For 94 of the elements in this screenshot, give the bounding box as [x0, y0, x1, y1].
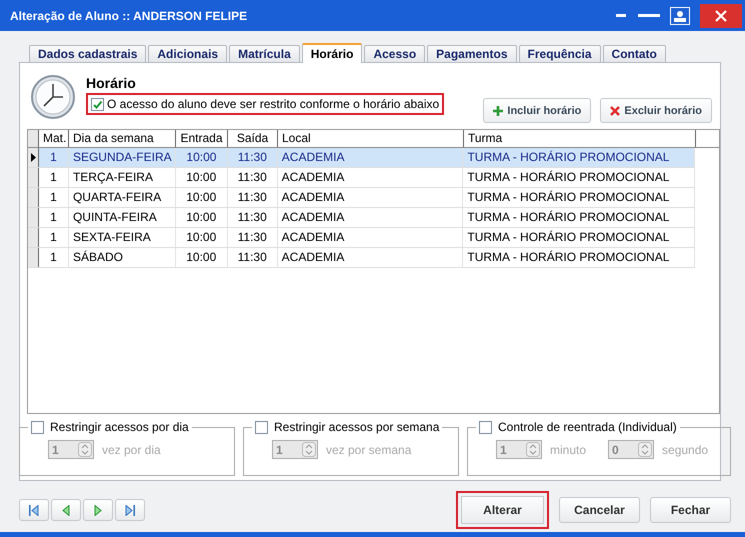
spin-arrows-icon [638, 442, 652, 457]
restrict-checkbox[interactable]: O acesso do aluno deve ser restrito conforme o horário abaixo [86, 93, 444, 115]
tab[interactable]: Horário [302, 43, 362, 63]
tab[interactable]: Frequência [518, 45, 601, 62]
table-cell: TERÇA-FEIRA [68, 168, 176, 187]
table-cell: 1 [39, 148, 69, 167]
table-cell: 1 [39, 228, 69, 247]
dialog-button[interactable]: Fechar [650, 497, 731, 523]
column-header[interactable]: Saída [228, 130, 278, 147]
table-cell: TURMA - HORÁRIO PROMOCIONAL [463, 208, 695, 227]
table-cell: 1 [39, 208, 69, 227]
limit-checkbox[interactable]: Controle de reentrada (Individual) [476, 420, 680, 434]
row-header[interactable] [28, 148, 39, 167]
table-cell: 1 [39, 248, 69, 267]
unit-label: segundo [662, 442, 708, 456]
navigation-button[interactable] [83, 499, 113, 521]
table-row[interactable]: 1 TERÇA-FEIRA 10:00 11:30 ACADEMIA TURMA - HORÁRIO PROMOCIONAL [28, 168, 695, 188]
navigation-button[interactable] [51, 499, 81, 521]
table-cell: SEXTA-FEIRA [68, 228, 176, 247]
check-icon [92, 98, 103, 110]
table-cell: 1 [39, 188, 69, 207]
navigation-button[interactable] [115, 499, 145, 521]
table-cell: ACADEMIA [278, 248, 464, 267]
close-button[interactable] [700, 4, 742, 28]
tab[interactable]: Dados cadastrais [29, 45, 146, 62]
limit-checkbox[interactable]: Restringir acessos por dia [28, 420, 192, 434]
navigation-button[interactable] [19, 499, 49, 521]
spin-arrows-icon [78, 442, 92, 457]
table-cell: QUARTA-FEIRA [68, 188, 176, 207]
tab[interactable]: Pagamentos [427, 45, 517, 62]
add-button[interactable]: Incluir horário [483, 98, 592, 123]
table-cell: 10:00 [176, 168, 228, 187]
table-cell: 10:00 [176, 228, 228, 247]
tab[interactable]: Contato [602, 45, 666, 62]
spin-arrows-icon [526, 442, 540, 457]
tab[interactable]: Adicionais [148, 45, 228, 62]
limit-checkbox[interactable]: Restringir acessos por semana [252, 420, 442, 434]
next-icon [94, 504, 102, 516]
table-cell: SEGUNDA-FEIRA [68, 148, 176, 167]
table-cell: 11:30 [228, 208, 278, 227]
table-cell: TURMA - HORÁRIO PROMOCIONAL [463, 148, 696, 167]
tab[interactable]: Acesso [364, 45, 426, 62]
current-row-icon [30, 153, 36, 162]
table-cell: 11:30 [228, 148, 278, 167]
table-cell: 11:30 [228, 228, 278, 247]
unit-label: minuto [550, 442, 586, 456]
tab[interactable]: Matrícula [229, 45, 300, 62]
table-cell: SÁBADO [68, 248, 176, 267]
delete-button[interactable]: Excluir horário [600, 98, 712, 123]
section-title: Horário [86, 75, 137, 91]
dialog-button[interactable]: Cancelar [559, 497, 640, 523]
table-row[interactable]: 1 SEXTA-FEIRA 10:00 11:30 ACADEMIA TURMA - HORÁRIO PROMOCIONAL [28, 228, 695, 248]
table-cell: ACADEMIA [278, 208, 464, 227]
table-cell: 11:30 [228, 188, 278, 207]
column-header[interactable]: Mat. [39, 130, 69, 147]
table-row[interactable]: 1 QUINTA-FEIRA 10:00 11:30 ACADEMIA TURMA - HORÁRIO PROMOCIONAL [28, 208, 695, 228]
table-cell: TURMA - HORÁRIO PROMOCIONAL [463, 248, 695, 267]
table-cell: ACADEMIA [278, 168, 464, 187]
table-cell: 10:00 [176, 148, 228, 167]
last-icon [125, 504, 135, 516]
column-header[interactable]: Entrada [176, 130, 228, 147]
unit-label: vez por semana [326, 442, 412, 456]
contact-card-icon[interactable] [670, 6, 690, 24]
plus-icon [493, 106, 504, 116]
table-cell: 10:00 [176, 208, 228, 227]
table-cell: 10:00 [176, 248, 228, 267]
table-cell: QUINTA-FEIRA [68, 208, 176, 227]
table-cell: ACADEMIA [278, 228, 464, 247]
close-icon [715, 10, 727, 22]
table-row[interactable]: 1 SEGUNDA-FEIRA 10:00 11:30 ACADEMIA TURMA - HORÁRIO PROMOCIONAL [28, 148, 695, 168]
column-header[interactable]: Local [278, 130, 464, 147]
spin-arrows-icon [302, 442, 316, 457]
unit-label: vez por dia [102, 442, 161, 456]
table-cell: 11:30 [228, 248, 278, 267]
first-icon [29, 504, 39, 516]
column-header[interactable]: Turma [464, 130, 696, 147]
table-cell: TURMA - HORÁRIO PROMOCIONAL [463, 188, 695, 207]
table-cell: 11:30 [228, 168, 278, 187]
dialog-button[interactable]: Alterar [456, 491, 549, 529]
row-header [28, 130, 39, 147]
table-cell: TURMA - HORÁRIO PROMOCIONAL [463, 168, 695, 187]
table-cell: ACADEMIA [278, 188, 464, 207]
table-row[interactable]: 1 QUARTA-FEIRA 10:00 11:30 ACADEMIA TURMA - HORÁRIO PROMOCIONAL [28, 188, 695, 208]
cross-icon [610, 106, 620, 116]
column-header[interactable]: Dia da semana [69, 130, 176, 147]
minimize-icon[interactable] [616, 14, 628, 18]
table-cell: 1 [39, 168, 69, 187]
table-cell: TURMA - HORÁRIO PROMOCIONAL [463, 228, 695, 247]
table-row[interactable]: 1 SÁBADO 10:00 11:30 ACADEMIA TURMA - HORÁRIO PROMOCIONAL [28, 248, 695, 268]
table-cell: ACADEMIA [278, 148, 464, 167]
clock-icon [30, 74, 76, 120]
table-cell: 10:00 [176, 188, 228, 207]
window-title: Alteração de Aluno :: ANDERSON FELIPE [10, 8, 248, 22]
previous-icon [62, 504, 70, 516]
